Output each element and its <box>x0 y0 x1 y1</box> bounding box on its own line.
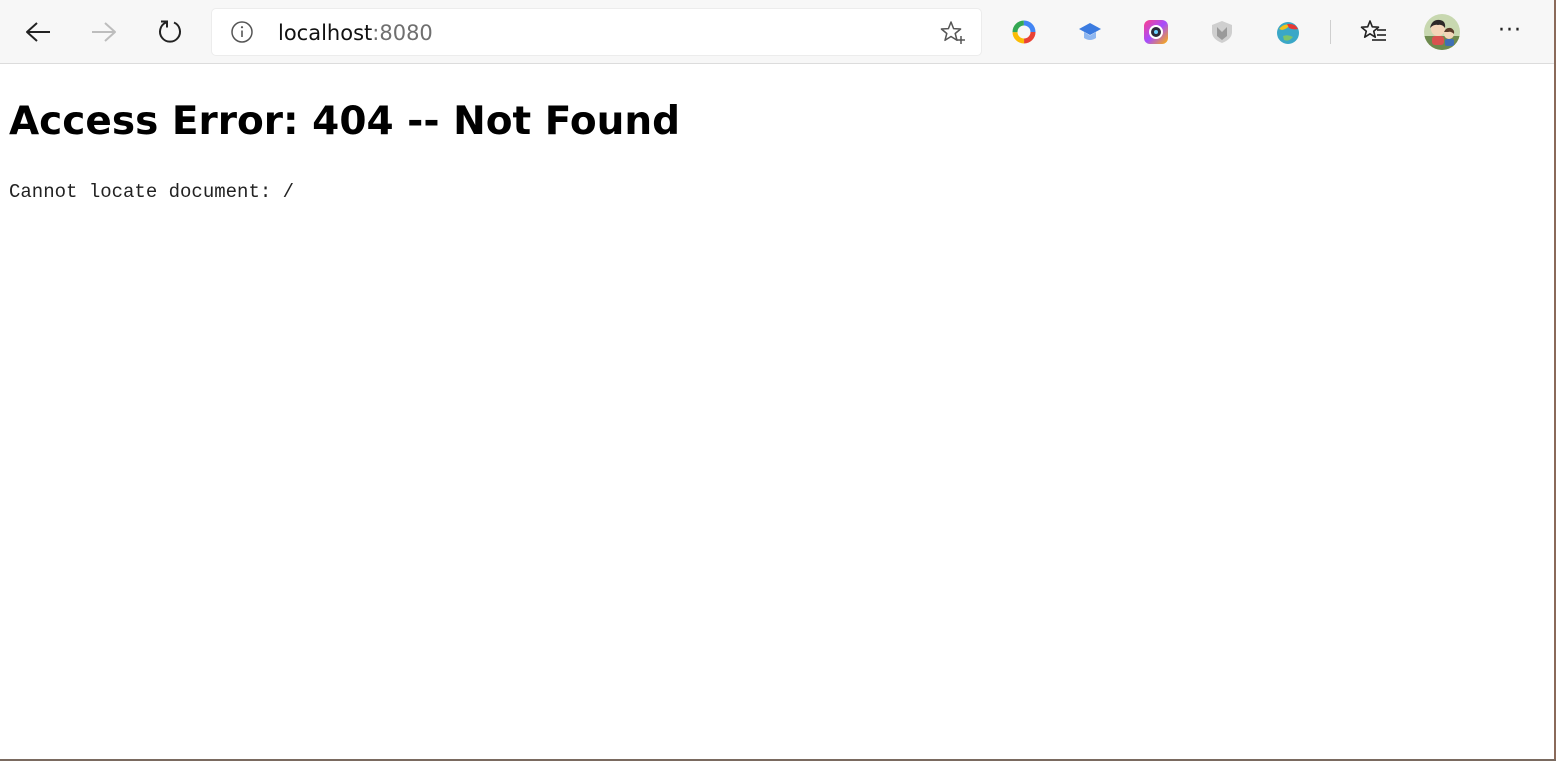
url-port: :8080 <box>372 21 433 45</box>
page-content: Access Error: 404 -- Not Found Cannot lo… <box>0 64 1554 759</box>
ring-extension-icon[interactable] <box>1008 16 1040 48</box>
error-heading: Access Error: 404 -- Not Found <box>9 99 681 144</box>
back-button[interactable] <box>18 12 58 52</box>
toolbar-separator <box>1330 20 1331 44</box>
browser-window: localhost:8080 ··· Access Error: 404 -- … <box>0 0 1556 761</box>
profile-avatar[interactable] <box>1424 14 1460 50</box>
camera-extension-icon[interactable] <box>1140 16 1172 48</box>
refresh-button[interactable] <box>150 12 190 52</box>
url-host: localhost <box>278 21 373 45</box>
more-menu-button[interactable]: ··· <box>1490 14 1530 50</box>
browser-toolbar: localhost:8080 ··· <box>0 0 1554 64</box>
error-message: Cannot locate document: / <box>9 181 295 203</box>
graduation-cap-extension-icon[interactable] <box>1074 16 1106 48</box>
forward-button[interactable] <box>84 12 124 52</box>
arrow-left-icon <box>26 22 50 42</box>
star-add-icon[interactable] <box>939 19 967 47</box>
favorites-list-icon[interactable] <box>1358 16 1390 48</box>
shield-extension-icon[interactable] <box>1206 16 1238 48</box>
address-bar[interactable]: localhost:8080 <box>212 9 981 55</box>
url-text[interactable]: localhost:8080 <box>278 20 433 46</box>
globe-extension-icon[interactable] <box>1272 16 1304 48</box>
refresh-icon <box>159 20 181 43</box>
info-icon[interactable] <box>230 20 254 44</box>
arrow-right-icon <box>92 22 116 42</box>
